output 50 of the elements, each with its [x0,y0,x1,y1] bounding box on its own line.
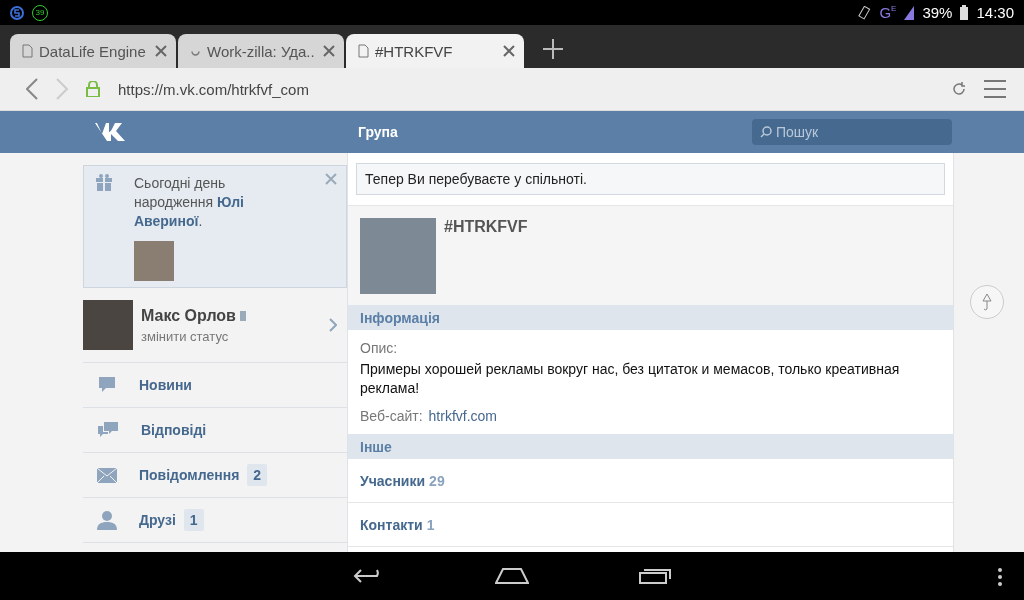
clock: 14:30 [976,4,1014,21]
notice-message: Тепер Ви перебуваєте у спільноті. [356,163,945,195]
close-icon[interactable] [322,44,336,58]
search-field[interactable]: Пошук [752,119,952,145]
rotation-icon [857,5,872,20]
document-icon [358,44,369,58]
new-tab-icon[interactable] [542,38,564,60]
section-heading: Інформація [348,305,953,330]
browser-tab[interactable]: DataLife Engine [10,34,176,68]
search-icon [760,126,772,138]
home-icon[interactable] [495,568,529,584]
section-heading: Інше [348,434,953,459]
browser-tab[interactable]: #HTRKFVF [346,34,524,68]
battery-percent: 39% [922,4,953,21]
person-icon [97,510,117,530]
recent-apps-icon[interactable] [639,568,671,584]
close-icon[interactable] [154,44,168,58]
count-badge: 2 [247,464,268,486]
menu-item[interactable]: Відповіді [141,422,207,438]
browser-tab[interactable]: Work-zilla: Уда... [178,34,344,68]
reload-icon[interactable] [952,82,966,96]
close-icon[interactable] [502,44,516,58]
menu-item[interactable]: Друзі [139,512,176,528]
count-badge: 1 [183,509,204,531]
field-label: Веб-сайт: [360,408,423,424]
battery-icon [960,5,969,20]
website-link[interactable]: htrkfvf.com [428,408,498,424]
link-row[interactable]: Контакти 1 [348,503,953,547]
signal-icon [904,5,915,20]
speech-bubble-icon [97,376,117,394]
gift-icon [96,174,112,191]
speech-bubbles-icon [97,421,119,439]
profile-name[interactable]: Макс Орлов [141,306,236,325]
document-icon [22,44,33,58]
birthday-message: Сьогодні день народження Юлі Авериної. [134,174,245,231]
page-title: Група [358,124,399,140]
link-row[interactable]: Учасники 29 [348,459,953,503]
menu-icon[interactable] [984,79,1006,99]
menu-item[interactable]: Новини [139,377,192,393]
phone-icon [239,310,246,321]
menu-item[interactable]: Повідомлення [139,467,240,483]
status-link[interactable]: змінити статус [141,328,321,344]
field-label: Опис: [360,340,399,356]
group-name: #HTRKFVF [444,218,528,237]
umbrella-icon [982,293,992,311]
s-logo-icon [10,5,24,20]
description-text: Примеры хорошей рекламы вокруг нас, без цитаток и мемасов, только креативная реклама! [360,360,901,398]
overflow-menu-icon[interactable] [998,568,1002,586]
chevron-right-icon[interactable] [329,318,337,332]
envelope-icon [97,467,117,483]
